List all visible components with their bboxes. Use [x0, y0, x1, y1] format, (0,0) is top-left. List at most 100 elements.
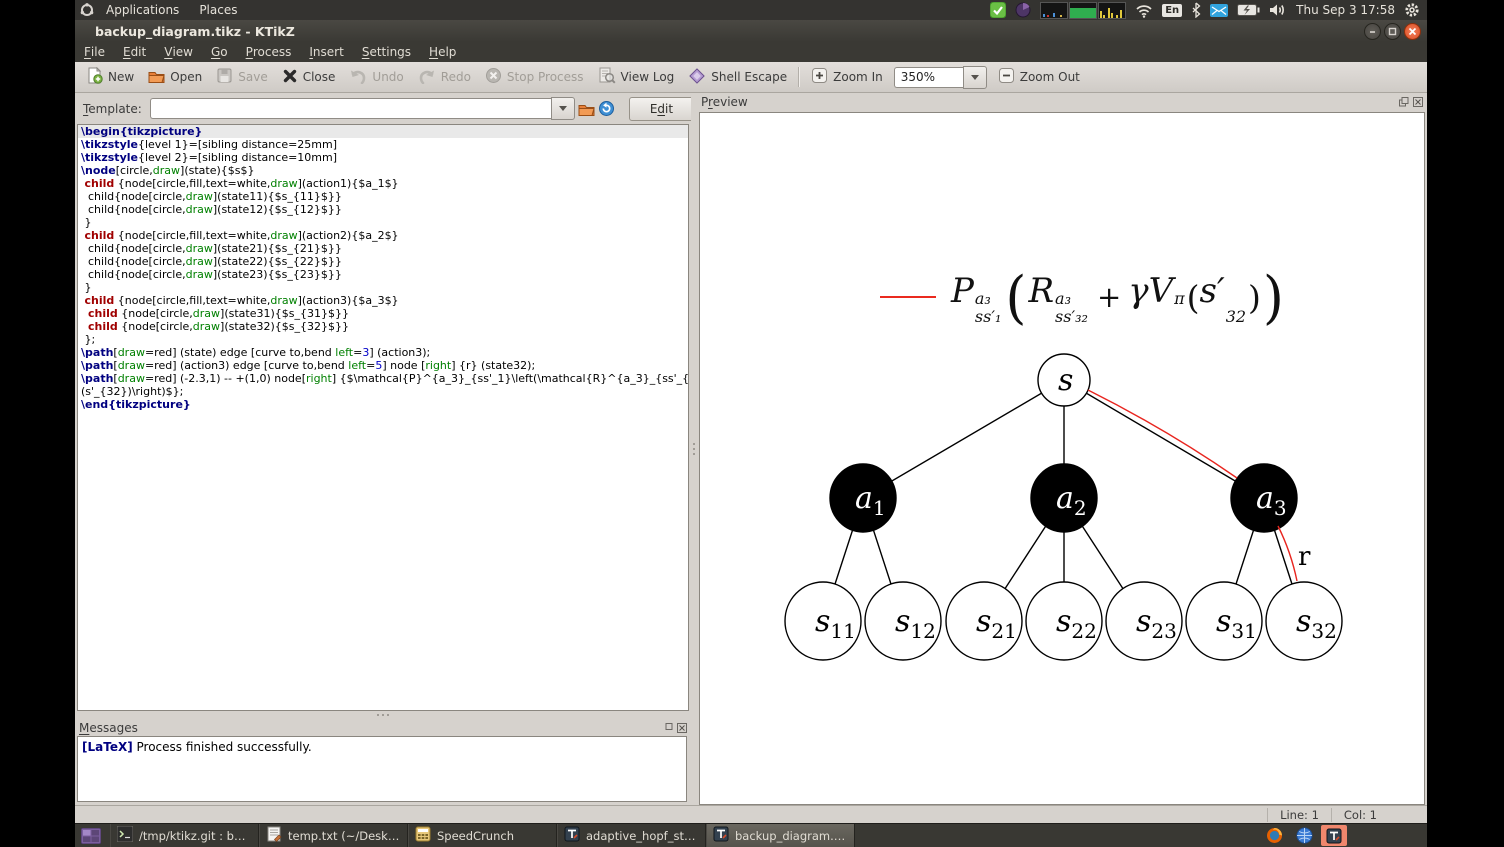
minimize-button[interactable]: [1364, 22, 1381, 40]
time-tracker-icon[interactable]: [1015, 2, 1031, 18]
mail-icon[interactable]: [1210, 3, 1229, 17]
messages-close-icon[interactable]: [676, 722, 687, 733]
editor-column: Template: Ed it \begin{tikzpicture} \tikzs…: [75, 93, 695, 805]
code-line: child{node[circle,draw](state23){$s_{23}…: [81, 268, 342, 281]
menu-go[interactable]: Go: [202, 42, 237, 62]
zoom-out-button[interactable]: Zoom Out: [991, 65, 1087, 90]
preview-close-icon[interactable]: [1412, 96, 1423, 107]
workspace-switcher-icon[interactable]: [81, 827, 101, 844]
code-line: \path[draw=red] (-2.3,1) -- +(1,0) node[…: [81, 372, 689, 385]
math-base: γV: [1128, 270, 1174, 311]
save-label: Save: [238, 70, 268, 84]
math-base: P: [951, 270, 974, 311]
system-monitor-applet[interactable]: [1040, 1, 1127, 19]
new-button[interactable]: New: [79, 65, 141, 90]
zoom-dropdown-arrow[interactable]: [962, 65, 987, 89]
save-button[interactable]: Save: [209, 65, 274, 90]
preview-float-icon[interactable]: [1398, 96, 1409, 107]
menu-places[interactable]: Places: [191, 0, 245, 20]
superscript: a₃: [1055, 288, 1071, 308]
messages-float-icon[interactable]: [662, 722, 673, 733]
battery-icon[interactable]: [1237, 4, 1260, 16]
menu-view[interactable]: View: [155, 42, 202, 62]
menu-process[interactable]: Process: [237, 42, 301, 62]
code-line: };: [81, 333, 96, 346]
taskbar-item[interactable]: /tmp/ktikz.git : bash ...: [110, 824, 259, 847]
volume-icon[interactable]: [1269, 3, 1287, 17]
subscript: [1174, 308, 1185, 326]
cpu-graph-icon: [1040, 1, 1069, 19]
template-combobox[interactable]: [149, 97, 575, 120]
undo-label: Undo: [372, 70, 404, 84]
template-reload-button[interactable]: [598, 98, 615, 119]
messages-prefix: [LaTeX]: [82, 740, 133, 754]
updates-ok-icon[interactable]: [990, 2, 1007, 18]
redo-button[interactable]: Redo: [411, 65, 478, 90]
titlebar[interactable]: backup_diagram.tikz - KTikZ: [75, 20, 1427, 43]
math-base: R: [1028, 270, 1055, 311]
view-log-button[interactable]: View Log: [591, 65, 682, 90]
menu-insert[interactable]: Insert: [300, 42, 352, 62]
horizontal-splitter[interactable]: [75, 711, 691, 719]
paren: (: [1186, 277, 1200, 317]
close-button[interactable]: Close: [275, 65, 343, 90]
taskbar-item-label: temp.txt (~/Desktop...: [288, 828, 401, 843]
template-open-button[interactable]: [578, 98, 595, 119]
menu-edit[interactable]: Edit: [114, 42, 155, 62]
big-paren: ): [1262, 263, 1284, 331]
speedcrunch-app-icon: [415, 826, 431, 845]
math-term: Pa₃ ss′₁: [951, 270, 1003, 326]
math-term: γV π: [1128, 271, 1186, 323]
top-panel: Applications Places En Thu Sep 3 17:58: [75, 0, 1427, 20]
wifi-icon[interactable]: [1135, 3, 1153, 18]
bluetooth-icon[interactable]: [1191, 2, 1201, 18]
zoom-in-button[interactable]: Zoom In: [804, 65, 890, 90]
superscript: [1226, 290, 1246, 308]
preview-dock: Preview Pa₃ ss′₁(Ra₃ ss′₃₂ + γV π (s′ 32)) sa…: [697, 93, 1427, 805]
taskbar-item-label: backup_diagram.tikz ...: [735, 828, 848, 843]
keyboard-layout-indicator[interactable]: En: [1162, 3, 1183, 17]
network-graph-icon: [1098, 1, 1127, 19]
ktikz-app-icon: [713, 826, 729, 845]
math-term: s′ 32: [1200, 271, 1249, 325]
menu-settings[interactable]: Settings: [353, 42, 420, 62]
code-editor[interactable]: \begin{tikzpicture} \tikzstyle{level 1}=[…: [77, 124, 689, 711]
taskbar-item-label: /tmp/ktikz.git : bash ...: [139, 828, 252, 843]
template-dropdown-arrow[interactable]: [550, 97, 575, 120]
stop-process-button[interactable]: Stop Process: [478, 65, 591, 90]
session-gear-icon[interactable]: [1404, 2, 1420, 18]
preview-title: Preview: [701, 94, 748, 109]
taskbar-item[interactable]: backup_diagram.tikz ...: [706, 824, 855, 847]
template-edit-button[interactable]: Ed it: [628, 96, 695, 121]
menubar: File Edit View Go Process Insert Settings Help: [75, 42, 1427, 62]
zoom-level-combobox[interactable]: 350%: [893, 65, 987, 89]
messages-title: Messages: [79, 720, 138, 735]
close-button[interactable]: [1404, 22, 1421, 40]
firefox-icon[interactable]: [1261, 825, 1287, 846]
maximize-button[interactable]: [1384, 22, 1401, 40]
menu-help[interactable]: Help: [420, 42, 465, 62]
redo-label: Redo: [440, 70, 471, 84]
taskbar: /tmp/ktikz.git : bash ... temp.txt (~/Des…: [75, 823, 1427, 847]
code-line: \end{tikzpicture}: [81, 398, 191, 411]
shell-escape-button[interactable]: Shell Escape: [681, 65, 794, 90]
template-input[interactable]: [149, 98, 551, 119]
code-line: child{node[circle,draw](state11){$s_{11}…: [81, 190, 342, 203]
taskbar-item[interactable]: adaptive_hopf_struc...: [557, 824, 706, 847]
open-label: Open: [170, 70, 203, 84]
globe-app-icon[interactable]: [1291, 825, 1317, 846]
open-button[interactable]: Open: [141, 65, 209, 90]
menu-applications[interactable]: Applications: [98, 0, 187, 20]
terminal-app-icon: [116, 825, 134, 845]
taskbar-item[interactable]: SpeedCrunch: [408, 824, 557, 847]
subscript: ss′₁: [974, 306, 1002, 326]
statusbar: Line: 1 Col: 1: [75, 805, 1427, 823]
ktikz-tray-icon[interactable]: [1321, 825, 1347, 846]
code-line: (s'_{32})\right)$};: [81, 385, 184, 398]
undo-button[interactable]: Undo: [342, 65, 410, 90]
zoom-level-value[interactable]: 350%: [893, 66, 963, 88]
clock[interactable]: Thu Sep 3 17:58: [1296, 3, 1395, 17]
taskbar-item[interactable]: temp.txt (~/Desktop...: [259, 824, 408, 847]
menu-file[interactable]: File: [75, 42, 114, 62]
zoom-out-label: Zoom Out: [1019, 70, 1080, 84]
